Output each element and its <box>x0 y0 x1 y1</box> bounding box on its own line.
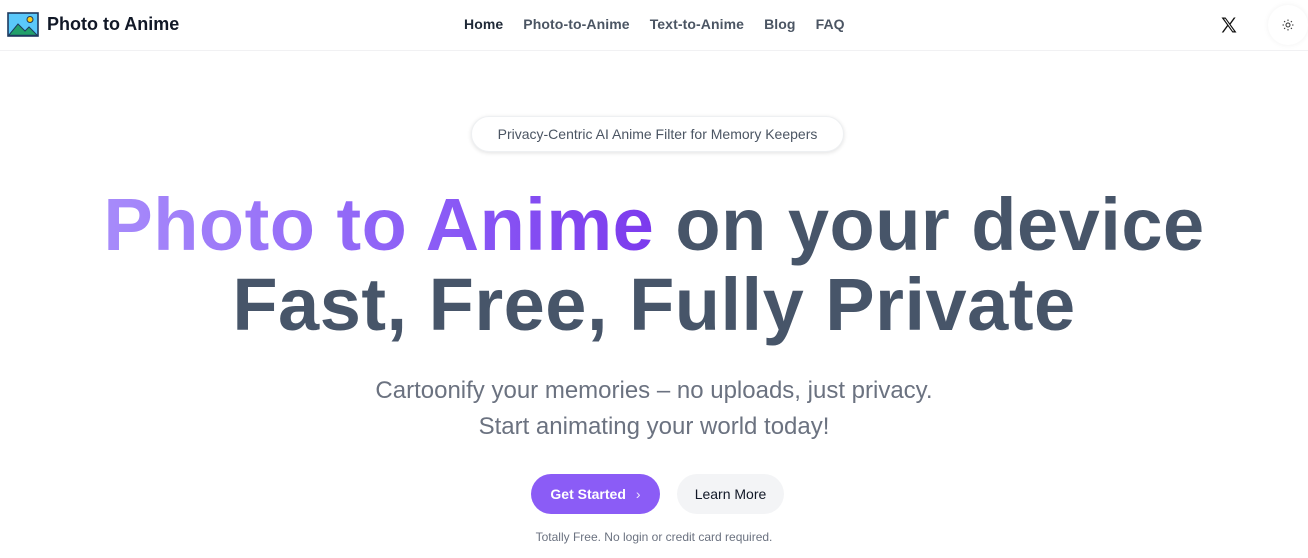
site-header: Photo to Anime Home Photo-to-Anime Text-… <box>0 0 1308 51</box>
nav-home[interactable]: Home <box>464 16 503 32</box>
nav-photo-to-anime[interactable]: Photo-to-Anime <box>523 16 629 32</box>
nav-faq[interactable]: FAQ <box>816 16 845 32</box>
nav-text-to-anime[interactable]: Text-to-Anime <box>650 16 744 32</box>
main-nav: Home Photo-to-Anime Text-to-Anime Blog F… <box>464 16 845 32</box>
chevron-right-icon: › <box>635 486 641 502</box>
sun-icon <box>1282 19 1294 31</box>
brand-link[interactable]: Photo to Anime <box>7 12 179 37</box>
free-note: Totally Free. No login or credit card re… <box>535 530 773 544</box>
headline-highlight: Photo to Anime <box>103 183 655 266</box>
hero-headline: Photo to Anime on your device Fast, Free… <box>0 185 1308 345</box>
brand-name: Photo to Anime <box>47 14 180 34</box>
theme-toggle-button[interactable] <box>1268 5 1308 45</box>
get-started-button[interactable]: Get Started › <box>531 474 660 514</box>
cta-buttons: Get Started › Learn More <box>531 474 784 514</box>
landscape-image-icon <box>7 12 39 37</box>
get-started-label: Get Started <box>550 486 626 502</box>
subtitle-line1: Cartoonify your memories – no uploads, j… <box>375 377 933 404</box>
learn-more-button[interactable]: Learn More <box>677 474 784 514</box>
x-social-link[interactable] <box>1218 14 1240 36</box>
nav-blog[interactable]: Blog <box>764 16 796 32</box>
headline-line2: Fast, Free, Fully Private <box>232 263 1076 346</box>
hero-subtitle: Cartoonify your memories – no uploads, j… <box>0 373 1308 445</box>
headline-rest: on your device <box>654 183 1205 266</box>
x-twitter-icon <box>1221 17 1237 33</box>
hero-badge: Privacy-Centric AI Anime Filter for Memo… <box>471 116 844 152</box>
subtitle-line2: Start animating your world today! <box>478 413 830 440</box>
